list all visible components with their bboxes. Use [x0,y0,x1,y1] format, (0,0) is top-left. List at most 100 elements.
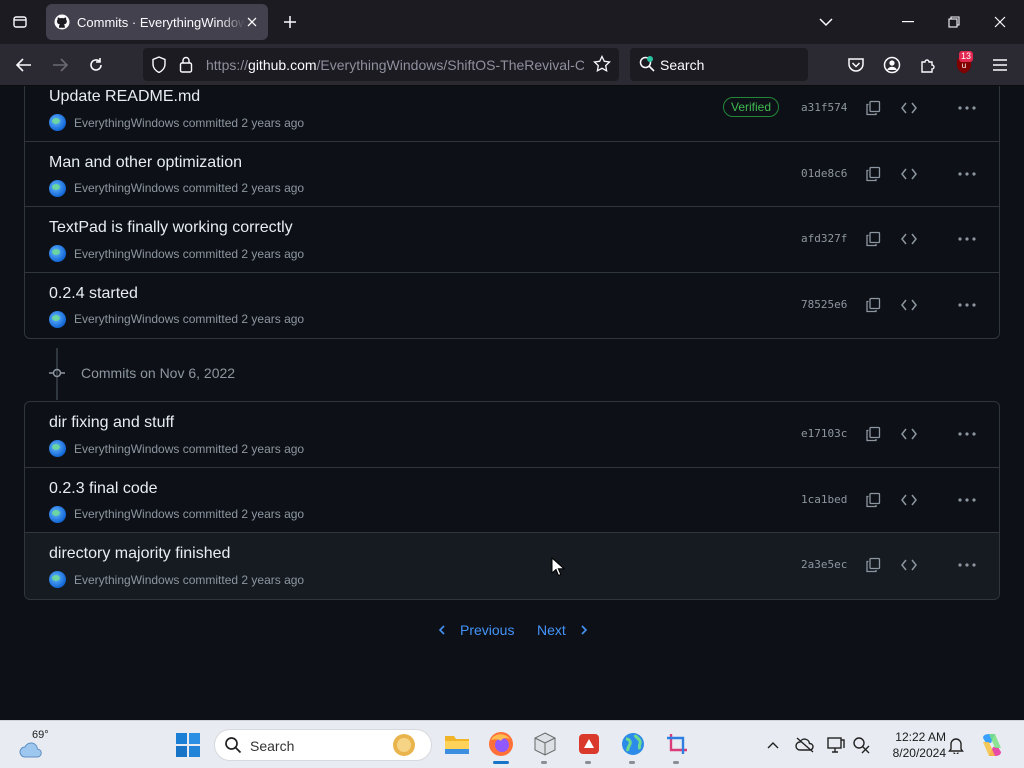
commit-message-link[interactable]: Man and other optimization [49,154,242,172]
commit-author-link[interactable]: EverythingWindows [74,247,179,261]
copy-sha-icon[interactable] [861,96,885,120]
commit-author-link[interactable]: EverythingWindows [74,181,179,195]
commit-sha-link[interactable]: e17103c [801,427,847,440]
url-bar[interactable]: https://github.com/EverythingWindows/Shi… [143,48,619,81]
more-options-icon[interactable] [955,227,979,251]
browse-code-icon[interactable] [897,162,921,186]
commit-row[interactable]: 0.2.4 started EverythingWindows committe… [25,273,999,339]
extensions-puzzle-icon[interactable] [916,53,940,77]
account-icon[interactable] [880,53,904,77]
commit-sha-link[interactable]: afd327f [801,232,847,245]
copy-sha-icon[interactable] [861,293,885,317]
extension-badge: 13 [959,51,974,62]
commit-row[interactable]: directory majority finished EverythingWi… [25,533,999,599]
minimize-icon[interactable] [892,6,924,38]
tab-list-icon[interactable] [8,10,32,34]
file-explorer-icon[interactable] [443,730,471,758]
network-status-icon[interactable] [851,734,873,756]
package-app-icon[interactable] [531,730,559,758]
close-window-icon[interactable] [984,6,1016,38]
copy-sha-icon[interactable] [861,162,885,186]
next-page-link[interactable]: Next [537,622,590,638]
taskbar-clock[interactable]: 12:22 AM 8/20/2024 [880,729,946,761]
red-app-icon[interactable] [575,730,603,758]
commit-row[interactable]: Update README.md EverythingWindows commi… [25,86,999,142]
browse-code-icon[interactable] [897,422,921,446]
onedrive-offline-icon[interactable] [794,734,816,756]
copy-sha-icon[interactable] [861,553,885,577]
avatar[interactable] [49,440,66,457]
display-icon[interactable] [825,734,847,756]
reload-icon[interactable] [84,53,108,77]
copilot-icon[interactable] [979,732,1005,758]
commit-message-link[interactable]: 0.2.3 final code [49,480,158,498]
commit-message-link[interactable]: TextPad is finally working correctly [49,219,293,237]
commit-message-link[interactable]: 0.2.4 started [49,285,138,303]
snipping-tool-icon[interactable] [663,730,691,758]
close-tab-icon[interactable] [244,14,260,30]
commit-message-link[interactable]: directory majority finished [49,545,230,563]
back-arrow-icon[interactable] [12,53,36,77]
more-options-icon[interactable] [955,162,979,186]
bookmark-star-icon[interactable] [593,54,611,78]
copy-sha-icon[interactable] [861,422,885,446]
commit-sha-link[interactable]: 2a3e5ec [801,558,847,571]
browse-code-icon[interactable] [897,96,921,120]
commit-sha-link[interactable]: 1ca1bed [801,493,847,506]
windows-taskbar: 69° Search 12:22 AM 8/20/2024 [0,720,1024,768]
commit-sha-link[interactable]: 78525e6 [801,298,847,311]
copy-sha-icon[interactable] [861,227,885,251]
hamburger-menu-icon[interactable] [988,53,1012,77]
previous-page-link[interactable]: Previous [436,622,514,638]
verified-badge[interactable]: Verified [723,97,780,117]
url-text[interactable]: https://github.com/EverythingWindows/Shi… [206,57,584,73]
restore-icon[interactable] [938,6,970,38]
copy-sha-icon[interactable] [861,488,885,512]
pocket-icon[interactable] [844,53,868,77]
windows-start-icon[interactable] [176,733,200,757]
avatar[interactable] [49,245,66,262]
avatar[interactable] [49,179,66,197]
lock-icon[interactable] [179,56,193,78]
commit-author-link[interactable]: EverythingWindows [74,442,179,456]
tray-chevron-up-icon[interactable] [762,734,784,756]
commit-sha-link[interactable]: a31f574 [801,101,847,114]
commit-row[interactable]: 0.2.3 final code EverythingWindows commi… [25,468,999,533]
browse-code-icon[interactable] [897,488,921,512]
commit-author-link[interactable]: EverythingWindows [74,507,179,521]
commit-author-link[interactable]: EverythingWindows [74,573,179,587]
avatar[interactable] [49,505,66,523]
commit-message-link[interactable]: Update README.md [49,88,200,106]
commit-row[interactable]: TextPad is finally working correctly Eve… [25,207,999,273]
browse-code-icon[interactable] [897,227,921,251]
commit-sha-link[interactable]: 01de8c6 [801,167,847,180]
commit-message-link[interactable]: dir fixing and stuff [49,414,174,432]
avatar[interactable] [49,571,66,588]
more-options-icon[interactable] [955,293,979,317]
more-options-icon[interactable] [955,422,979,446]
shield-icon[interactable] [151,56,167,78]
new-tab-icon[interactable] [278,10,302,34]
browse-code-icon[interactable] [897,553,921,577]
more-options-icon[interactable] [955,96,979,120]
globe-app-icon[interactable] [619,730,647,758]
forward-arrow-icon[interactable] [48,53,72,77]
commit-author-link[interactable]: EverythingWindows [74,312,179,326]
commit-row[interactable]: dir fixing and stuff EverythingWindows c… [25,402,999,468]
firefox-icon[interactable] [487,730,515,758]
active-tab[interactable]: Commits · EverythingWindows/ShiftOS-TheR… [46,4,268,40]
notification-bell-icon[interactable] [945,734,967,756]
more-options-icon[interactable] [955,488,979,512]
commit-row[interactable]: Man and other optimization EverythingWin… [25,142,999,207]
active-app-indicator [493,761,509,764]
avatar[interactable] [49,310,66,328]
browse-code-icon[interactable] [897,293,921,317]
weather-widget[interactable]: 69° [16,729,56,761]
tab-overflow-chevron-icon[interactable] [810,6,842,38]
avatar[interactable] [49,114,66,131]
taskbar-search-box[interactable]: Search [214,729,432,761]
commit-author-link[interactable]: EverythingWindows [74,116,179,130]
more-options-icon[interactable] [955,553,979,577]
commit-meta: EverythingWindows committed 2 years ago [49,440,304,457]
browser-search-box[interactable]: Search [630,48,808,81]
